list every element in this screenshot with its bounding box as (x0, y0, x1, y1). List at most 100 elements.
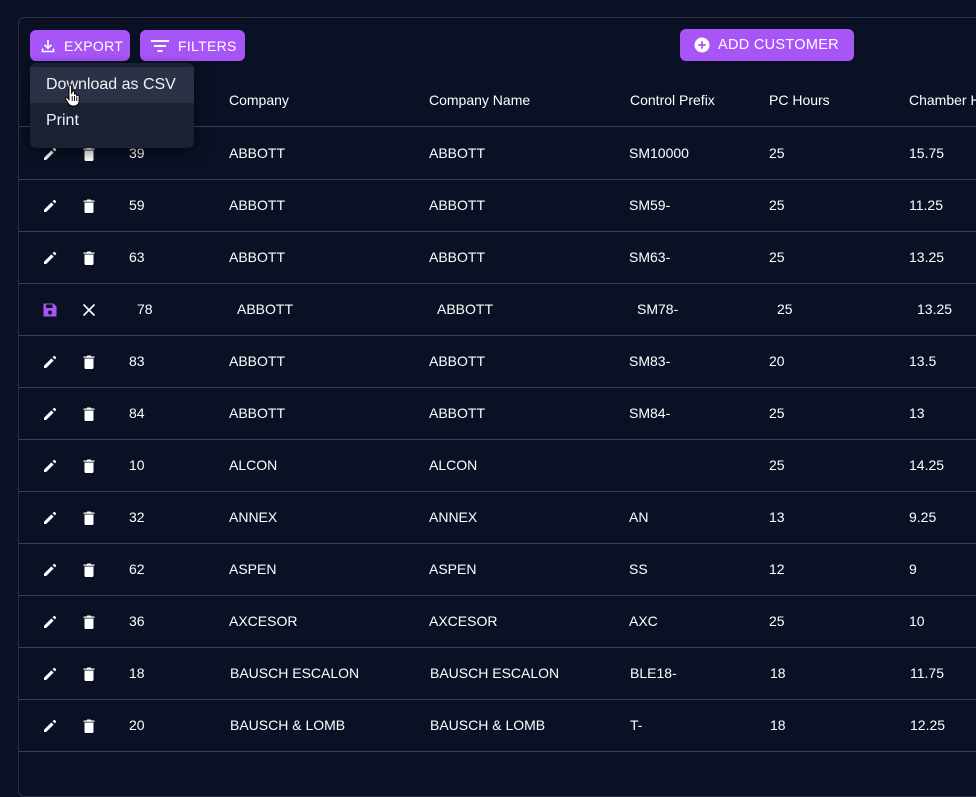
cell-id: 36 (129, 613, 145, 629)
cell-id: 18 (129, 665, 145, 681)
edit-button[interactable] (40, 456, 60, 476)
trash-icon (83, 251, 95, 265)
menu-item-print[interactable]: Print (30, 103, 194, 139)
menu-item-download-csv[interactable]: Download as CSV (30, 67, 194, 103)
delete-button[interactable] (79, 248, 99, 268)
pencil-icon (44, 511, 57, 524)
delete-button[interactable] (79, 508, 99, 528)
trash-icon (83, 615, 95, 629)
table-row: 62 ASPEN ASPEN SS 12 9 (19, 544, 976, 596)
save-button[interactable] (40, 300, 60, 320)
edit-button[interactable] (40, 508, 60, 528)
table-row: 63 ABBOTT ABBOTT SM63- 25 13.25 (19, 232, 976, 284)
cell-pc-hours: 25 (769, 613, 785, 629)
delete-button[interactable] (79, 560, 99, 580)
edit-button[interactable] (40, 664, 60, 684)
cell-control-prefix: SM84- (629, 405, 671, 421)
cell-pc-hours: 25 (769, 405, 785, 421)
cell-pc-hours: 25 (769, 145, 785, 161)
edit-cell-chamber-hours[interactable]: 13.25 (917, 284, 952, 336)
pencil-icon (44, 667, 57, 680)
filter-lines-icon (150, 38, 170, 54)
cell-chamber-hours: 10 (909, 613, 925, 629)
trash-icon (83, 459, 95, 473)
delete-button[interactable] (79, 456, 99, 476)
column-header-company[interactable]: Company (229, 73, 289, 127)
cell-id: 84 (129, 405, 145, 421)
cell-company-name: ABBOTT (429, 405, 486, 421)
delete-button[interactable] (79, 352, 99, 372)
download-icon (40, 38, 56, 54)
cell-control-prefix: SS (629, 561, 648, 577)
cell-company-name: BAUSCH & LOMB (430, 717, 546, 733)
cell-chamber-hours: 14.25 (909, 457, 945, 473)
add-customer-button[interactable]: ADD CUSTOMER (680, 29, 854, 61)
pencil-icon (44, 719, 57, 732)
cell-company: ANNEX (229, 509, 278, 525)
edit-button[interactable] (40, 196, 60, 216)
trash-icon (83, 511, 95, 525)
cell-pc-hours: 12 (769, 561, 785, 577)
edit-button[interactable] (40, 612, 60, 632)
column-header-chamber-hours[interactable]: Chamber H (909, 73, 976, 127)
edit-cell-id[interactable]: 78 (137, 284, 153, 336)
delete-button[interactable] (79, 664, 99, 684)
cell-chamber-hours: 15.75 (909, 145, 945, 161)
column-header-pc-hours[interactable]: PC Hours (769, 73, 830, 127)
cell-company-name: ALCON (429, 457, 478, 473)
table-row: 18 BAUSCH ESCALON BAUSCH ESCALON BLE18- … (19, 648, 976, 700)
cell-company: BAUSCH & LOMB (230, 717, 346, 733)
cell-company: ABBOTT (229, 249, 286, 265)
cell-id: 63 (129, 249, 145, 265)
column-header-company-name[interactable]: Company Name (429, 73, 530, 127)
filters-button[interactable]: FILTERS (140, 30, 245, 61)
delete-button[interactable] (79, 716, 99, 736)
table-row-editing: 78 ABBOTT ABBOTT SM78- 25 13.25 (19, 284, 976, 336)
cell-chamber-hours: 11.75 (910, 665, 944, 681)
cell-id: 20 (129, 717, 145, 733)
cell-id: 32 (129, 509, 145, 525)
cell-company-name: AXCESOR (429, 613, 498, 629)
cell-control-prefix: AN (629, 509, 649, 525)
close-icon (82, 303, 96, 317)
edit-button[interactable] (40, 352, 60, 372)
delete-button[interactable] (79, 404, 99, 424)
cell-id: 10 (129, 457, 145, 473)
cell-chamber-hours: 13.5 (909, 353, 937, 369)
edit-cell-company-name[interactable]: ABBOTT (437, 284, 493, 336)
trash-icon (83, 563, 95, 577)
cell-company-name: ASPEN (429, 561, 477, 577)
edit-button[interactable] (40, 560, 60, 580)
cell-chamber-hours: 13.25 (909, 249, 945, 265)
cell-chamber-hours: 11.25 (909, 197, 943, 213)
pencil-icon (44, 459, 57, 472)
pencil-icon (44, 615, 57, 628)
cell-company-name: ABBOTT (429, 353, 486, 369)
delete-button[interactable] (79, 612, 99, 632)
export-button[interactable]: EXPORT (30, 30, 130, 61)
cell-company-name: ANNEX (429, 509, 478, 525)
cell-pc-hours: 25 (769, 197, 785, 213)
cell-company: ALCON (229, 457, 278, 473)
pencil-icon (44, 563, 57, 576)
edit-cell-company[interactable]: ABBOTT (237, 284, 293, 336)
cell-pc-hours: 20 (769, 353, 785, 369)
cancel-button[interactable] (79, 300, 99, 320)
delete-button[interactable] (79, 196, 99, 216)
cell-control-prefix: T- (630, 717, 643, 733)
edit-button[interactable] (40, 716, 60, 736)
cell-control-prefix: SM10000 (629, 145, 689, 161)
pencil-icon (44, 251, 57, 264)
cell-company: ASPEN (229, 561, 277, 577)
edit-cell-control-prefix[interactable]: SM78- (637, 284, 678, 336)
edit-button[interactable] (40, 248, 60, 268)
edit-cell-pc-hours[interactable]: 25 (777, 284, 793, 336)
cell-company: ABBOTT (229, 145, 286, 161)
column-header-control-prefix[interactable]: Control Prefix (630, 73, 715, 127)
cell-pc-hours: 25 (769, 249, 785, 265)
cell-chamber-hours: 12.25 (910, 717, 946, 733)
edit-button[interactable] (40, 404, 60, 424)
cell-company-name: ABBOTT (429, 145, 486, 161)
cell-company: ABBOTT (229, 405, 286, 421)
trash-icon (83, 355, 95, 369)
